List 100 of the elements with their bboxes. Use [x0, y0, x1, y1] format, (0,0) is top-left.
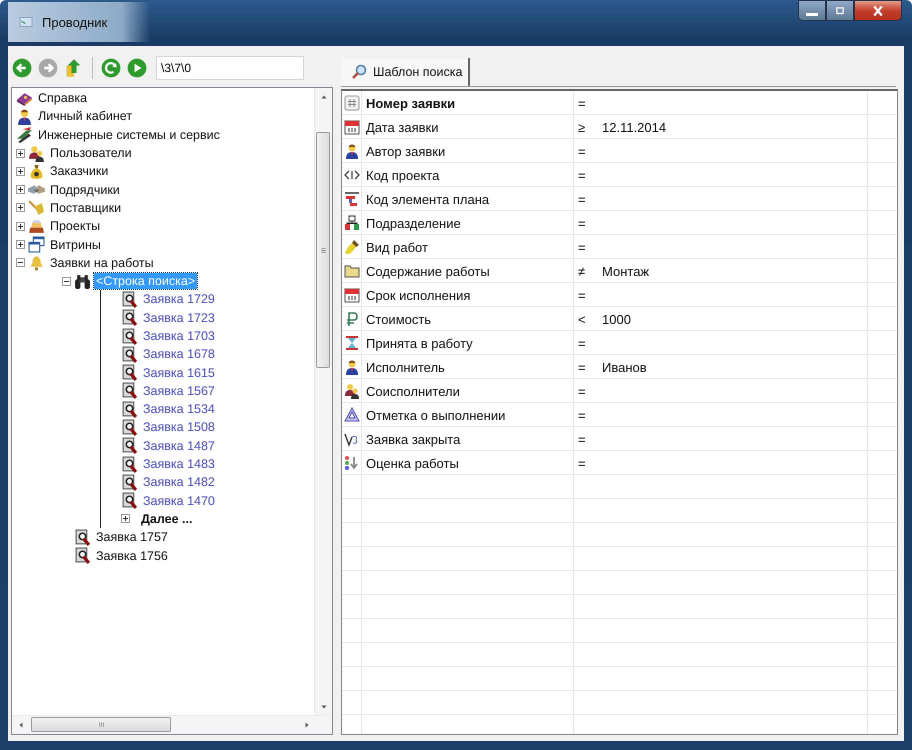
operator-text[interactable]: = — [578, 384, 588, 398]
minimize-button[interactable] — [798, 0, 826, 21]
tree-item[interactable]: Заявка 1470 — [141, 492, 217, 509]
field-label: Принята в работу — [365, 334, 474, 353]
maximize-button[interactable] — [826, 0, 854, 21]
operator-text[interactable]: = — [578, 408, 588, 422]
expand-toggle[interactable] — [16, 222, 25, 231]
document-icon — [121, 400, 138, 418]
tree-item[interactable]: Подрядчики — [48, 182, 122, 198]
expand-toggle[interactable] — [121, 514, 130, 524]
tree-item[interactable]: Заявка 1723 — [141, 310, 217, 326]
person-icon — [16, 108, 33, 125]
maximize-icon — [834, 6, 846, 16]
operator-text[interactable]: = — [578, 456, 588, 470]
collapse-toggle[interactable] — [16, 258, 25, 268]
tree-item[interactable]: Заказчики — [48, 163, 110, 180]
field-value[interactable]: Монтаж — [602, 264, 650, 278]
tree-item[interactable]: Личный кабинет — [36, 108, 134, 124]
collapse-toggle[interactable] — [62, 276, 71, 286]
field-value[interactable]: 1000 — [602, 312, 631, 326]
operator-text[interactable]: = — [578, 288, 588, 302]
operator-text[interactable]: = — [578, 336, 588, 350]
expand-toggle[interactable] — [16, 166, 25, 176]
horizontal-scrollbar[interactable] — [12, 715, 332, 734]
document-icon — [121, 418, 138, 436]
scrollbar-thumb[interactable] — [31, 717, 171, 732]
tree-item[interactable]: Заявка 1487 — [141, 438, 217, 454]
tree-item[interactable]: Инженерные системы и сервис — [36, 126, 222, 143]
expand-toggle[interactable] — [16, 240, 25, 250]
tray-icon — [28, 218, 45, 235]
operator-text[interactable]: < — [578, 312, 588, 326]
vertical-scrollbar[interactable] — [314, 88, 332, 715]
go-button[interactable] — [126, 57, 148, 79]
expand-toggle[interactable] — [16, 203, 25, 212]
scrollbar-thumb[interactable] — [316, 132, 330, 368]
hourglass-icon — [344, 335, 360, 351]
grip-icon — [320, 246, 326, 254]
refresh-button[interactable] — [100, 57, 122, 79]
operator-text[interactable]: ≥ — [578, 120, 588, 134]
operator-text[interactable]: = — [578, 144, 588, 158]
document-icon — [121, 364, 138, 382]
tab[interactable]: Шаблон поиска — [341, 58, 470, 86]
document-icon — [121, 290, 138, 308]
document-icon — [121, 492, 138, 510]
operator-text[interactable]: = — [578, 168, 588, 182]
operator-text[interactable]: = — [578, 240, 588, 254]
tree-item[interactable]: Заявка 1678 — [141, 346, 217, 362]
operator-text[interactable]: = — [578, 360, 588, 374]
document-icon — [121, 437, 138, 454]
path-field[interactable]: \3\7\0 — [156, 56, 304, 80]
tree-item[interactable]: Заявки на работы — [48, 254, 156, 271]
tree-item[interactable]: Справка — [36, 90, 90, 106]
tree-item[interactable]: Заявка 1482 — [141, 474, 217, 490]
operator-text[interactable]: = — [578, 192, 588, 206]
tree-item[interactable]: Заявка 1756 — [94, 548, 170, 564]
tree-item[interactable]: Пользователи — [48, 145, 134, 162]
broom-icon — [28, 199, 45, 216]
forward-icon — [38, 58, 58, 78]
more-link[interactable]: Далее ... — [139, 510, 194, 527]
field-label: Дата заявки — [365, 118, 440, 137]
field-label: Подразделение — [365, 214, 462, 233]
operator-text[interactable]: = — [578, 216, 588, 230]
field-label: Автор заявки — [365, 142, 446, 161]
person-icon — [344, 359, 360, 375]
tree-item[interactable]: Заявка 1508 — [141, 419, 217, 436]
field-value[interactable]: 12.11.2014 — [602, 120, 666, 134]
tree-item[interactable]: Заявка 1483 — [141, 456, 217, 472]
operator-text[interactable]: ≠ — [578, 264, 588, 278]
scroll-down-icon[interactable] — [320, 702, 328, 710]
field-value[interactable]: Иванов — [602, 360, 647, 374]
close-icon — [871, 4, 885, 16]
tree-item[interactable]: Поставщики — [48, 200, 124, 216]
operator-text[interactable]: = — [578, 432, 588, 446]
field-label: Исполнитель — [365, 358, 446, 376]
binoculars-icon — [74, 272, 91, 290]
close-button[interactable] — [854, 0, 902, 21]
field-label: Стоимость — [365, 310, 432, 328]
window-icon — [18, 16, 34, 28]
brush-icon — [344, 239, 360, 255]
people-icon — [344, 383, 360, 399]
refresh-icon — [101, 58, 121, 78]
document-icon — [74, 547, 91, 564]
tree-item[interactable]: Проекты — [48, 218, 102, 234]
scroll-right-icon[interactable] — [302, 720, 310, 728]
field-label: Номер заявки — [365, 94, 456, 113]
tree-item[interactable]: Заявка 1729 — [141, 291, 217, 308]
tree-item[interactable]: Заявка 1567 — [141, 382, 217, 399]
back-button[interactable] — [11, 57, 33, 79]
expand-toggle[interactable] — [16, 148, 25, 158]
tree-item[interactable]: Заявка 1703 — [141, 328, 217, 344]
field-label: Код проекта — [365, 166, 440, 185]
tree-item[interactable]: Заявка 1757 — [94, 529, 170, 546]
operator-text[interactable]: = — [578, 96, 588, 110]
field-label: Отметка о выполнении — [365, 406, 506, 424]
checkmark-icon — [344, 431, 360, 447]
expand-toggle[interactable] — [16, 185, 25, 194]
tree-item[interactable]: Витрины — [48, 236, 103, 253]
tree-item[interactable]: Заявка 1534 — [141, 401, 217, 418]
document-icon — [121, 474, 138, 491]
tree-item[interactable]: Заявка 1615 — [141, 364, 217, 381]
